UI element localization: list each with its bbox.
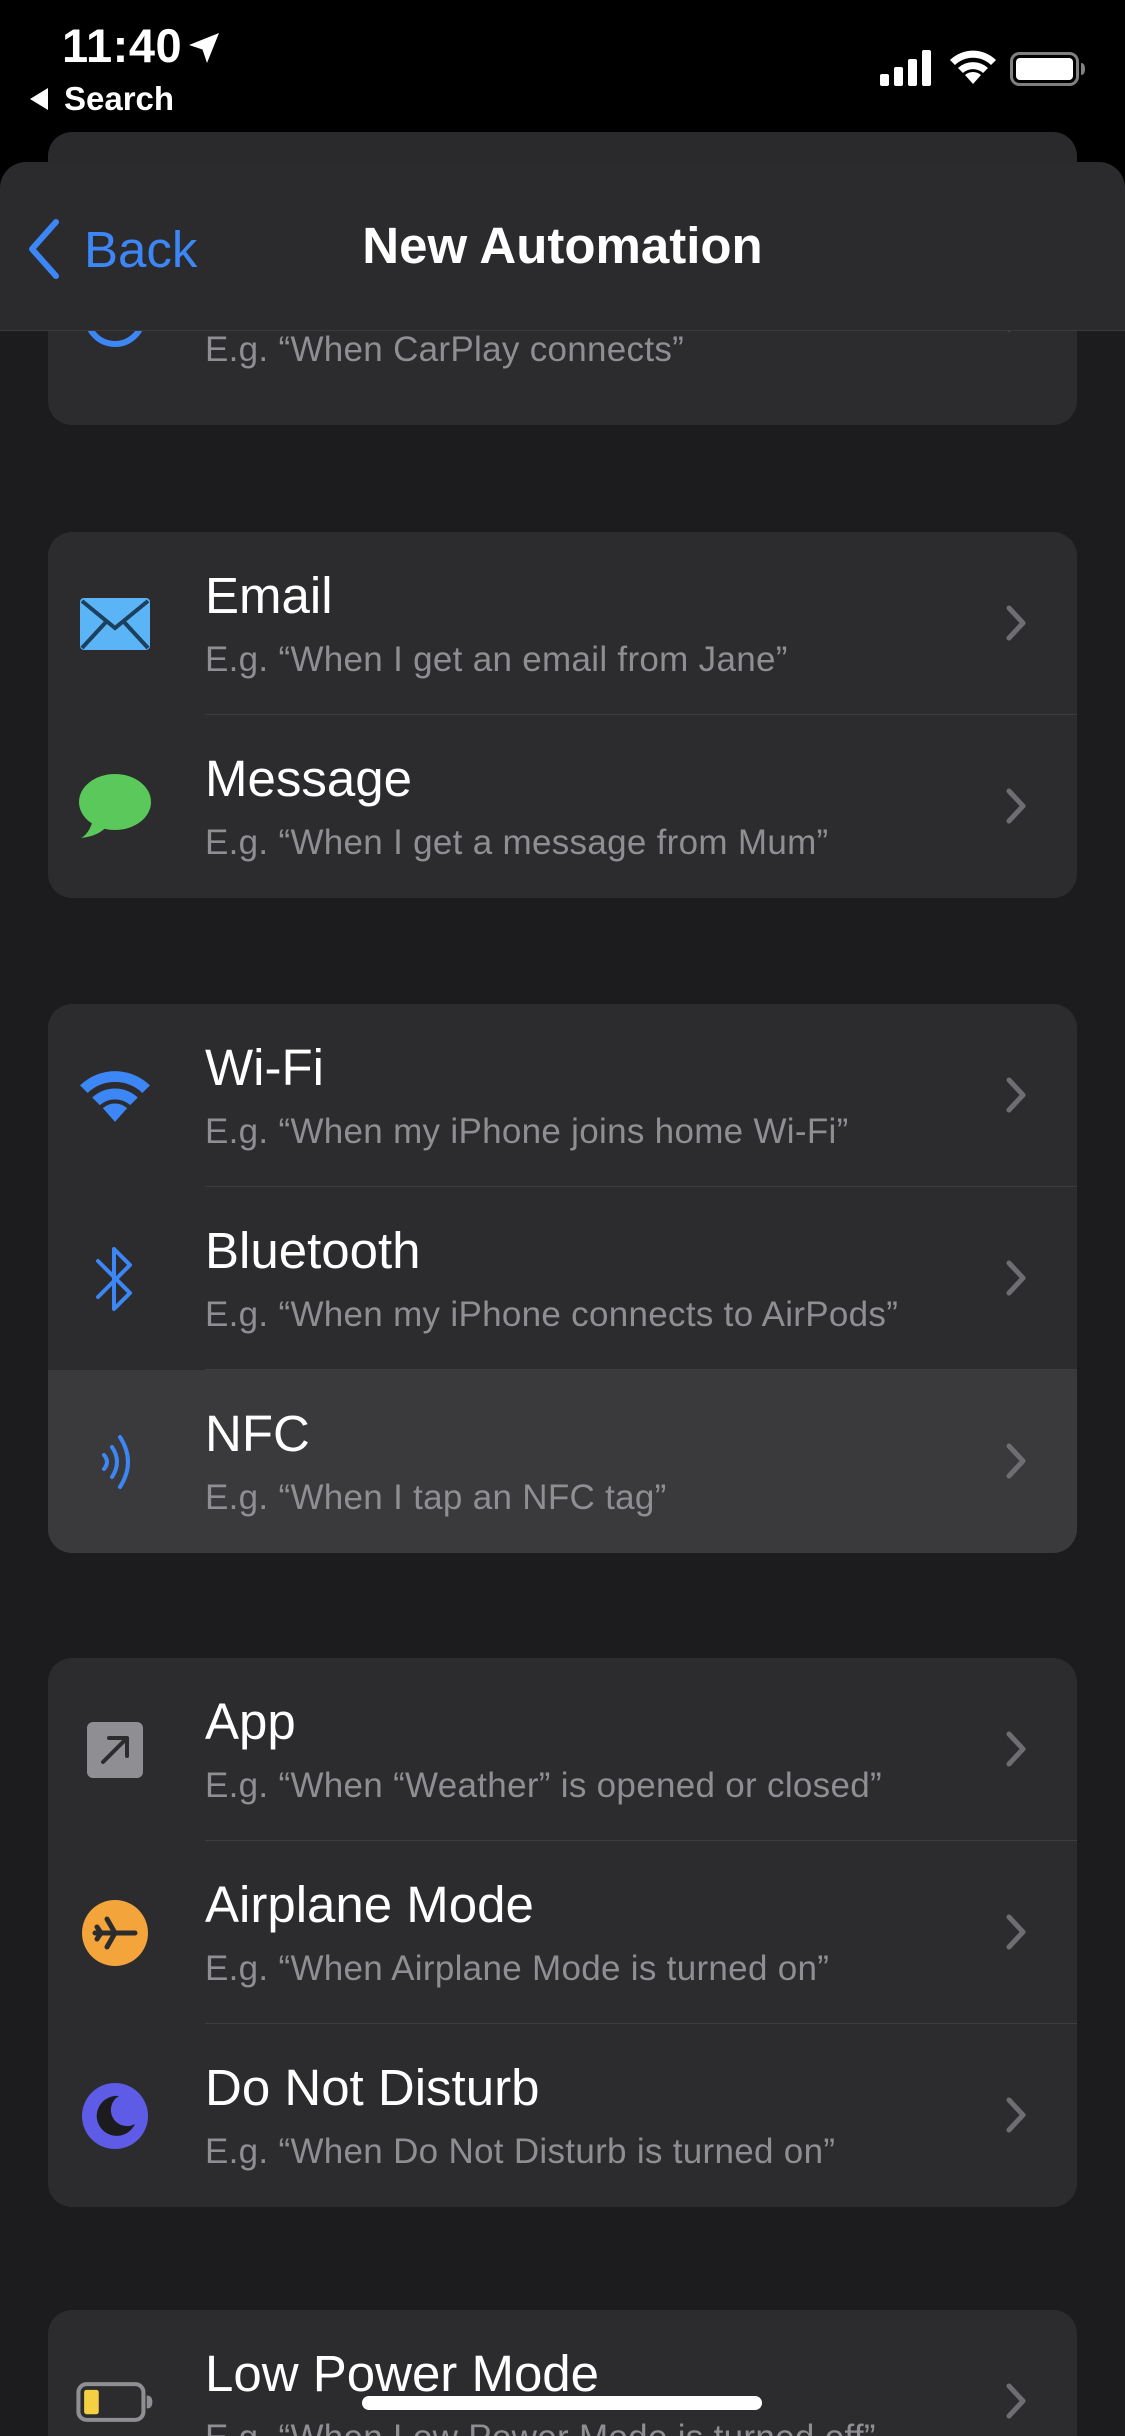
group-communication: Email E.g. “When I get an email from Jan… [48,532,1077,898]
group-power: Low Power Mode E.g. “When Low Power Mode… [48,2310,1077,2436]
trigger-title: Low Power Mode [205,2345,600,2402]
trigger-row-low-power-mode[interactable]: Low Power Mode E.g. “When Low Power Mode… [48,2310,1077,2436]
trigger-subtitle: E.g. “When Airplane Mode is turned on” [205,1949,830,1988]
chevron-right-icon [1006,2097,1026,2133]
automation-sheet: Back New Automation E.g. “When CarPlay c… [0,162,1125,2436]
chevron-right-icon [1006,605,1026,641]
location-arrow-icon [189,33,219,63]
trigger-subtitle: E.g. “When I get a message from Mum” [205,823,829,862]
trigger-subtitle: E.g. “When my iPhone joins home Wi-Fi” [205,1112,849,1151]
chevron-right-icon [1006,1260,1026,1296]
bluetooth-icon [76,1243,154,1315]
status-bar: 11:40 Search [0,0,1125,130]
group-system: App E.g. “When “Weather” is opened or cl… [48,1658,1077,2207]
trigger-row-wifi[interactable]: Wi-Fi E.g. “When my iPhone joins home Wi… [48,1004,1077,1187]
trigger-title: Wi-Fi [205,1039,324,1096]
envelope-icon [76,588,154,660]
group-connectivity: Wi-Fi E.g. “When my iPhone joins home Wi… [48,1004,1077,1553]
airplane-icon [76,1897,154,1969]
app-arrow-icon [76,1714,154,1786]
status-time: 11:40 [62,19,183,72]
chevron-right-icon [1006,1914,1026,1950]
chevron-right-icon [1006,2383,1026,2419]
trigger-subtitle: E.g. “When CarPlay connects” [205,330,685,369]
cellular-signal-icon [880,50,931,86]
moon-icon [76,2080,154,2152]
trigger-title: Message [205,750,412,807]
chevron-right-icon [1006,1077,1026,1113]
trigger-row-message[interactable]: Message E.g. “When I get a message from … [48,715,1077,898]
page-title: New Automation [362,217,763,274]
trigger-title: NFC [205,1405,310,1462]
return-to-search-label: Search [64,80,175,117]
trigger-title: Do Not Disturb [205,2059,540,2116]
message-bubble-icon [76,771,154,843]
trigger-subtitle: E.g. “When I get an email from Jane” [205,640,788,679]
screen: 11:40 Search Back New Automation E.g. “W… [0,0,1125,2436]
back-triangle-icon [30,88,48,110]
trigger-row-bluetooth[interactable]: Bluetooth E.g. “When my iPhone connects … [48,1187,1077,1370]
trigger-row-airplane-mode[interactable]: Airplane Mode E.g. “When Airplane Mode i… [48,1841,1077,2024]
wifi-status-icon [950,50,996,84]
trigger-row-app[interactable]: App E.g. “When “Weather” is opened or cl… [48,1658,1077,1841]
trigger-subtitle: E.g. “When my iPhone connects to AirPods… [205,1295,899,1334]
return-to-search-button[interactable]: Search [30,80,174,118]
navigation-bar: Back New Automation [0,162,1125,331]
trigger-row-email[interactable]: Email E.g. “When I get an email from Jan… [48,532,1077,715]
low-battery-icon [76,2366,154,2436]
nfc-icon [76,1426,154,1498]
wifi-icon [76,1060,154,1132]
trigger-title: Email [205,567,333,624]
chevron-right-icon [1006,1443,1026,1479]
trigger-title: Airplane Mode [205,1876,534,1933]
chevron-right-icon [1006,788,1026,824]
trigger-subtitle: E.g. “When “Weather” is opened or closed… [205,1766,882,1805]
home-indicator[interactable] [362,2396,762,2410]
trigger-subtitle: E.g. “When Do Not Disturb is turned on” [205,2132,836,2171]
trigger-title: Bluetooth [205,1222,421,1279]
trigger-subtitle: E.g. “When I tap an NFC tag” [205,1478,667,1517]
trigger-subtitle: E.g. “When Low Power Mode is turned off” [205,2418,876,2436]
trigger-title: App [205,1693,296,1750]
battery-icon [1010,52,1085,86]
chevron-right-icon [1006,1731,1026,1767]
trigger-list: E.g. “When CarPlay connects” Email E.g. … [0,162,1125,2436]
trigger-row-nfc[interactable]: NFC E.g. “When I tap an NFC tag” [48,1370,1077,1553]
trigger-row-do-not-disturb[interactable]: Do Not Disturb E.g. “When Do Not Disturb… [48,2024,1077,2207]
